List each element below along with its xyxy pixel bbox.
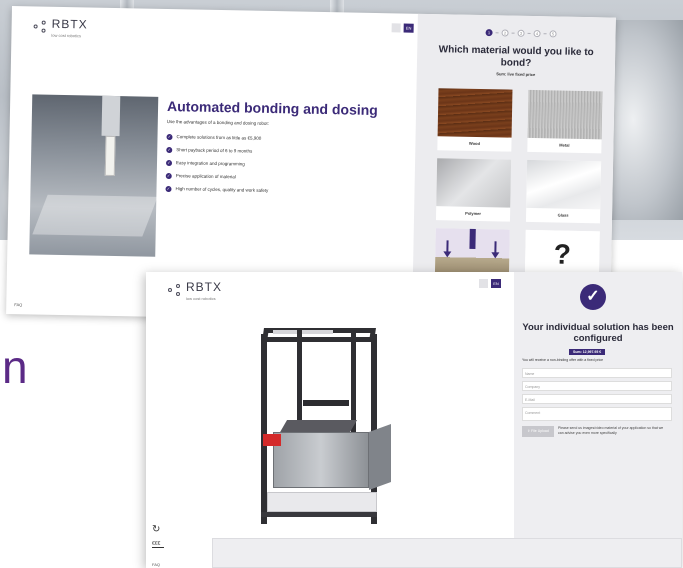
sum-badge: Sum: 12,997.95 € (569, 349, 606, 355)
check-icon: ✓ (165, 172, 172, 179)
step-4[interactable]: 4 (533, 30, 541, 38)
question-heading: Which material would you like to bond? (438, 44, 594, 69)
share-nodes-icon (33, 20, 48, 33)
faq-link[interactable]: FAQ (14, 302, 22, 307)
glass-texture (526, 159, 602, 210)
partial-heading-letter: n (2, 341, 28, 393)
language-option[interactable] (479, 279, 488, 288)
price-icon[interactable]: €€€ (152, 541, 164, 548)
language-switcher: EN (391, 23, 414, 33)
file-upload-button[interactable]: ⇪ File Upload (522, 426, 554, 437)
check-icon: ✓ (166, 146, 173, 153)
brand-logo[interactable]: RBTX low cost robotics (33, 14, 88, 39)
offer-text: You will receive a non-binding offer wit… (522, 358, 604, 362)
brand-name: RBTX (186, 280, 223, 294)
contact-form-panel: ✓ Your individual solution has been conf… (514, 272, 682, 568)
step-1[interactable]: 1 (485, 29, 493, 37)
wood-texture (437, 88, 513, 138)
step-2[interactable]: 2 (501, 29, 509, 37)
benefit-list: ✓ Complete solutions from as little as €5… (165, 130, 269, 197)
sum-label: Sum: live fixed price (496, 71, 536, 78)
material-option-glass[interactable]: Glass (525, 159, 602, 224)
material-option-wood[interactable]: Wood (437, 88, 513, 152)
polymer-texture (436, 158, 512, 208)
check-icon: ✓ (165, 185, 172, 192)
language-switcher: EN (479, 279, 501, 288)
step-3[interactable]: 3 (517, 29, 525, 37)
share-nodes-icon (168, 283, 182, 296)
benefit-item: ✓ High number of cycles, quality and work… (165, 185, 269, 193)
metal-texture (527, 89, 603, 140)
brand-name: RBTX (51, 16, 88, 32)
faq-link[interactable]: FAQ (152, 562, 160, 567)
success-heading: Your individual solution has been config… (522, 322, 674, 344)
check-icon: ✓ (165, 159, 173, 166)
language-option[interactable] (391, 23, 401, 33)
material-option-polymer[interactable]: Polymer (435, 158, 512, 222)
bonding-illustration (434, 228, 510, 278)
page-title: Automated bonding and dosing (166, 97, 378, 119)
step-5[interactable]: 5 (549, 30, 557, 38)
brand-tagline: low cost robotics (186, 296, 216, 301)
language-en-button[interactable]: EN (403, 23, 414, 33)
intro-text: Use the advantages of a bonding and dosi… (166, 118, 269, 126)
brand-logo[interactable]: RBTX low cost robotics (168, 278, 222, 301)
check-circle-icon: ✓ (580, 284, 606, 310)
email-field[interactable]: E-Mail (522, 394, 672, 404)
comment-field[interactable]: Comment (522, 407, 672, 421)
step-indicator: 1 2 3 4 5 (485, 29, 557, 38)
name-field[interactable]: Name (522, 368, 672, 378)
configured-solution-screen: RBTX low cost robotics EN ↻ €€€ FAQ ✓ Yo… (146, 272, 682, 568)
company-field[interactable]: Company (522, 381, 672, 391)
robot-3d-model[interactable] (243, 316, 393, 532)
check-icon: ✓ (166, 133, 173, 140)
overlay-panel (212, 538, 682, 568)
language-en-button[interactable]: EN (491, 279, 501, 288)
reset-icon[interactable]: ↻ (152, 524, 164, 535)
brand-tagline: low cost robotics (51, 32, 82, 39)
dosing-robot-photo (29, 94, 159, 257)
side-toolbar: ↻ €€€ FAQ (152, 524, 164, 568)
material-option-metal[interactable]: Metal (527, 89, 603, 154)
upload-hint: Please send us images/video material of … (558, 426, 664, 435)
